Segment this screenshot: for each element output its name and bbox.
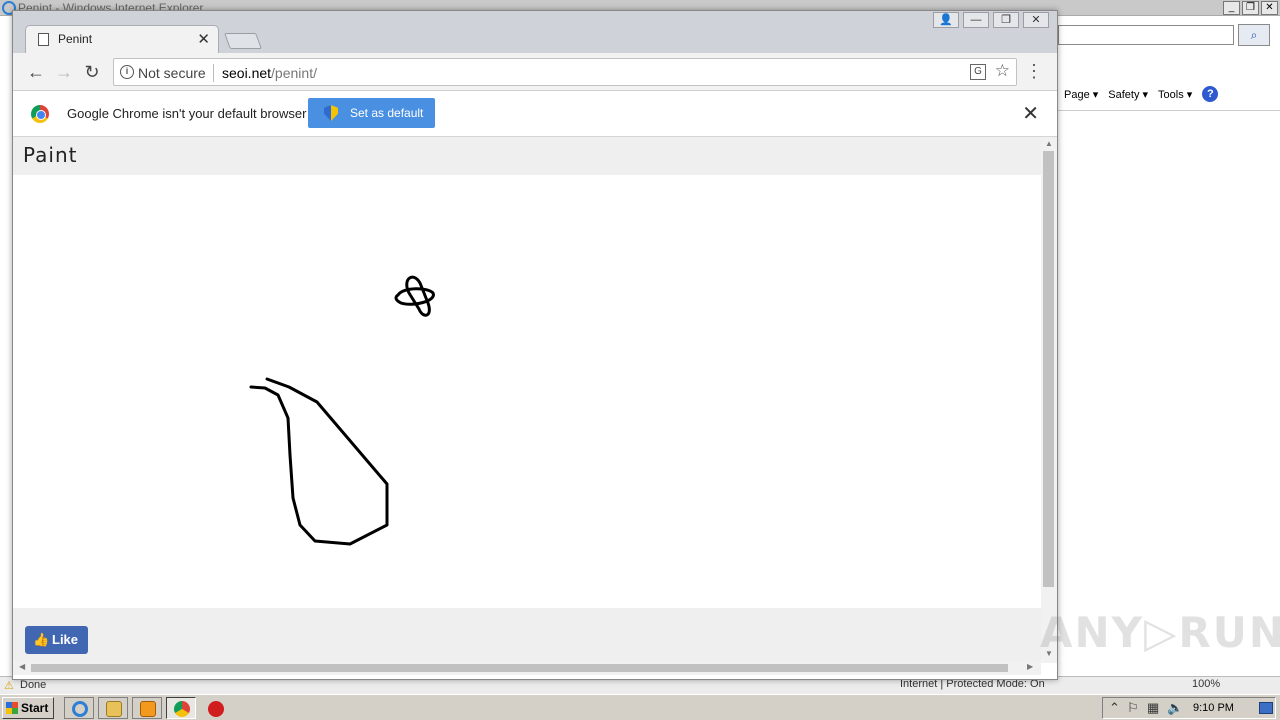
url-text[interactable]: seoi.net/penint/ bbox=[222, 65, 317, 81]
windows-flag-icon bbox=[6, 702, 18, 714]
chrome-toolbar: ← → ↻ i Not secure seoi.net/penint/ G ☆ … bbox=[13, 53, 1057, 91]
paint-canvas[interactable] bbox=[13, 175, 1041, 608]
page-footer: 👍 Like bbox=[13, 608, 1041, 663]
page-title: Paint bbox=[23, 143, 78, 167]
set-as-default-label: Set as default bbox=[350, 106, 424, 120]
omnibox-divider bbox=[213, 64, 214, 82]
info-icon[interactable]: i bbox=[120, 65, 134, 79]
horizontal-scrollbar[interactable]: ◀ ▶ bbox=[13, 661, 1041, 675]
chrome-window-controls: 👤 — ❐ ✕ bbox=[933, 12, 1049, 28]
uac-shield-icon bbox=[324, 105, 338, 121]
ie-command-bar: Page ▾ Safety ▾ Tools ▾ ? bbox=[1058, 84, 1280, 104]
scroll-left-icon[interactable]: ◀ bbox=[19, 662, 25, 671]
page-icon bbox=[38, 33, 49, 46]
vertical-scroll-thumb[interactable] bbox=[1043, 151, 1054, 587]
clock[interactable]: 9:10 PM bbox=[1193, 702, 1234, 714]
anyrun-watermark: ANY▷RUN bbox=[1040, 608, 1280, 657]
page-viewport: Paint 👍 Like ▲ ▼ ◀ ▶ bbox=[13, 137, 1057, 675]
forward-arrow-icon[interactable]: → bbox=[53, 61, 75, 83]
facebook-like-button[interactable]: 👍 Like bbox=[25, 626, 88, 654]
close-button[interactable]: ✕ bbox=[1023, 12, 1049, 28]
internet-explorer-icon bbox=[72, 701, 88, 717]
translate-icon[interactable]: G bbox=[970, 64, 986, 80]
taskbar-ie-button[interactable] bbox=[64, 697, 94, 719]
taskbar-chrome-button[interactable] bbox=[166, 697, 196, 719]
url-host: seoi.net bbox=[222, 65, 272, 81]
infobar-message: Google Chrome isn't your default browser bbox=[67, 106, 307, 121]
url-path: /penint/ bbox=[271, 65, 317, 81]
reload-icon[interactable]: ↻ bbox=[81, 61, 103, 83]
address-bar[interactable]: i Not secure seoi.net/penint/ G ☆ bbox=[113, 58, 1017, 86]
stop-icon bbox=[208, 701, 224, 717]
tab-close-icon[interactable]: ✕ bbox=[197, 30, 210, 48]
ie-page-menu[interactable]: Page ▾ bbox=[1064, 88, 1098, 101]
chrome-tabstrip: Penint ✕ 👤 — ❐ ✕ bbox=[13, 11, 1057, 53]
ie-safety-menu[interactable]: Safety ▾ bbox=[1108, 88, 1148, 101]
ie-minimize-button[interactable]: _ bbox=[1223, 1, 1240, 15]
chrome-window: Penint ✕ 👤 — ❐ ✕ ← → ↻ i Not secure seoi… bbox=[12, 10, 1058, 680]
system-tray: ⌃ ⚐ ▦ 🔈 9:10 PM bbox=[1102, 697, 1276, 719]
show-hidden-icons-icon[interactable]: ⌃ bbox=[1109, 700, 1120, 716]
warning-icon: ⚠ bbox=[4, 680, 14, 692]
ie-close-button[interactable]: ✕ bbox=[1261, 1, 1278, 15]
bookmark-star-icon[interactable]: ☆ bbox=[995, 61, 1010, 81]
scroll-right-icon[interactable]: ▶ bbox=[1027, 662, 1033, 671]
ie-content-area bbox=[1058, 110, 1280, 676]
tab-title: Penint bbox=[58, 32, 93, 46]
drawn-stroke-shape bbox=[249, 377, 389, 546]
taskbar-explorer-button[interactable] bbox=[98, 697, 128, 719]
start-button[interactable]: Start bbox=[2, 697, 54, 719]
minimize-button[interactable]: — bbox=[963, 12, 989, 28]
ie-tools-menu[interactable]: Tools ▾ bbox=[1158, 88, 1192, 101]
ie-search-button[interactable]: ⌕ bbox=[1238, 24, 1270, 46]
page-header: Paint bbox=[13, 137, 1041, 175]
set-as-default-button[interactable]: Set as default bbox=[308, 98, 435, 128]
ie-zoom-level[interactable]: 100% bbox=[1192, 678, 1220, 690]
ie-restore-button[interactable]: ❐ bbox=[1242, 1, 1259, 15]
default-browser-infobar: Google Chrome isn't your default browser… bbox=[13, 91, 1057, 137]
flag-icon[interactable]: ⚐ bbox=[1127, 700, 1139, 716]
network-icon[interactable]: ▦ bbox=[1147, 700, 1159, 716]
chrome-icon bbox=[174, 701, 190, 717]
drawn-stroke-loop bbox=[394, 275, 435, 317]
volume-icon[interactable]: 🔈 bbox=[1167, 700, 1183, 716]
restore-button[interactable]: ❐ bbox=[993, 12, 1019, 28]
paint-drawing bbox=[249, 275, 435, 546]
thumbs-up-icon: 👍 bbox=[33, 632, 50, 647]
start-label: Start bbox=[21, 701, 49, 715]
horizontal-scroll-thumb[interactable] bbox=[31, 664, 1008, 672]
new-tab-button[interactable] bbox=[224, 33, 262, 49]
tab-penint[interactable]: Penint ✕ bbox=[25, 25, 219, 53]
ie-help-icon[interactable]: ? bbox=[1202, 86, 1219, 102]
scroll-up-icon[interactable]: ▲ bbox=[1045, 139, 1053, 148]
security-label[interactable]: Not secure bbox=[138, 65, 206, 81]
chrome-logo-icon bbox=[31, 105, 49, 123]
media-player-icon bbox=[140, 701, 156, 717]
show-desktop-icon[interactable] bbox=[1259, 702, 1273, 714]
ie-window-controls: _ ❐ ✕ bbox=[1223, 1, 1278, 15]
profile-icon[interactable]: 👤 bbox=[933, 12, 959, 28]
ie-search-input[interactable] bbox=[1058, 25, 1234, 45]
vertical-scrollbar[interactable]: ▲ ▼ bbox=[1041, 137, 1057, 663]
back-arrow-icon[interactable]: ← bbox=[25, 61, 47, 83]
taskbar-media-player-button[interactable] bbox=[132, 697, 162, 719]
taskbar-stop-button[interactable] bbox=[200, 697, 230, 719]
like-label: Like bbox=[52, 632, 79, 647]
chrome-menu-icon[interactable]: ⋮ bbox=[1025, 61, 1043, 81]
windows-taskbar: Start ⌃ ⚐ ▦ 🔈 9:10 PM bbox=[0, 694, 1280, 720]
infobar-close-icon[interactable]: ✕ bbox=[1022, 101, 1039, 126]
ie-status-text: Done bbox=[20, 679, 47, 691]
folder-icon bbox=[106, 701, 122, 717]
